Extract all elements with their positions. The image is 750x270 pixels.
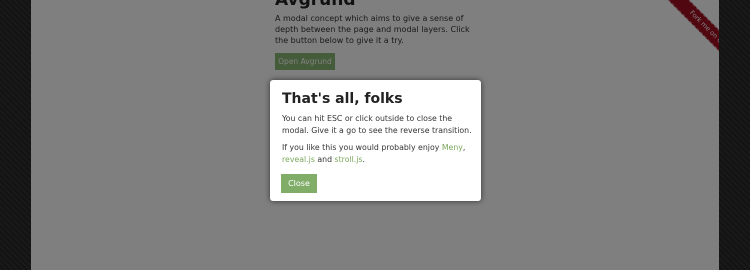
modal-paragraph-recommendations: If you like this you would probably enjo… bbox=[282, 142, 478, 166]
close-button[interactable]: Close bbox=[281, 174, 317, 193]
recommendation-end: . bbox=[362, 155, 365, 164]
revealjs-link[interactable]: reveal.js bbox=[282, 155, 315, 164]
modal-paragraph-instructions: You can hit ESC or click outside to clos… bbox=[282, 114, 472, 135]
strolljs-link[interactable]: stroll.js bbox=[335, 155, 363, 164]
modal-dialog: That's all, folks You can hit ESC or cli… bbox=[270, 80, 481, 201]
modal-title: That's all, folks bbox=[282, 91, 403, 107]
recommendation-intro: If you like this you would probably enjo… bbox=[282, 143, 442, 152]
recommendation-separator: , bbox=[462, 143, 466, 152]
meny-link[interactable]: Meny bbox=[442, 143, 463, 152]
recommendation-and: and bbox=[314, 155, 335, 164]
